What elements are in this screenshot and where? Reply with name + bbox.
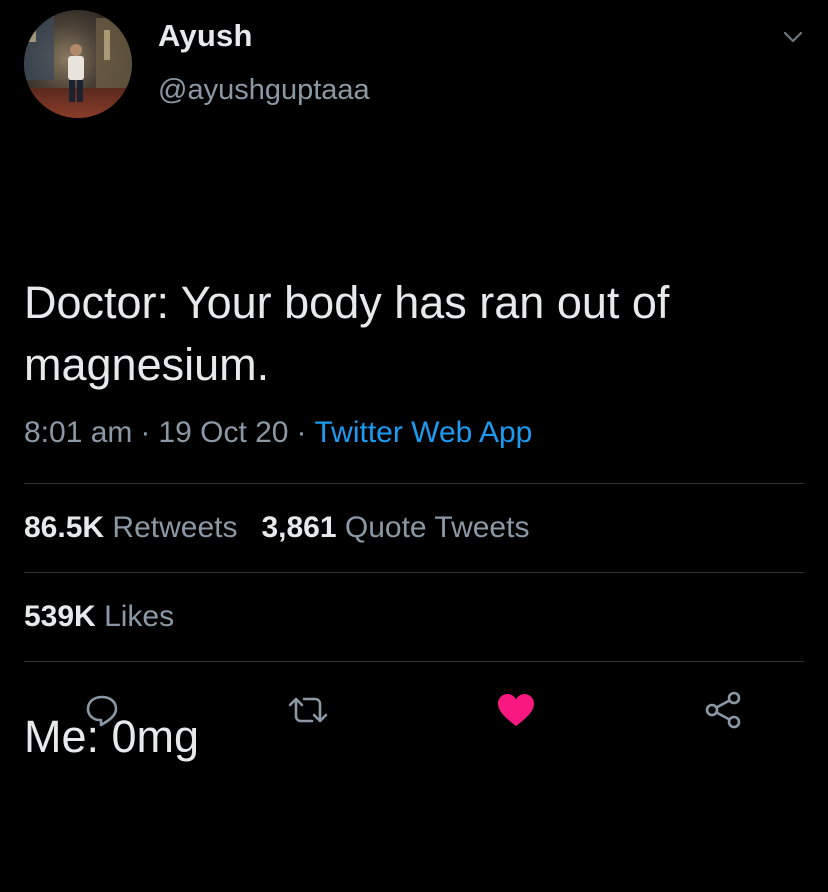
meta-separator: · — [296, 416, 307, 449]
retweets-count: 86.5K — [24, 511, 105, 544]
quote-tweets-label: Quote Tweets — [344, 511, 530, 544]
divider — [24, 572, 804, 573]
divider — [24, 661, 804, 662]
action-bar — [0, 688, 828, 738]
user-handle[interactable]: @ayushguptaaa — [158, 74, 370, 107]
like-button[interactable] — [492, 688, 540, 736]
retweet-button[interactable] — [284, 688, 332, 736]
tweet-source-link[interactable]: Twitter Web App — [314, 416, 532, 449]
likes-stat[interactable]: 539K Likes — [24, 600, 174, 633]
meta-separator: · — [140, 416, 151, 449]
tweet-time[interactable]: 8:01 am — [24, 416, 132, 449]
likes-stats: 539K Likes — [24, 600, 198, 634]
tweet-date[interactable]: 19 Oct 20 — [158, 416, 288, 449]
likes-count: 539K — [24, 600, 96, 633]
share-button[interactable] — [700, 688, 748, 736]
reply-icon — [82, 690, 122, 735]
chevron-down-icon[interactable] — [782, 28, 804, 46]
quote-tweets-count: 3,861 — [261, 511, 337, 544]
share-icon — [702, 690, 746, 735]
retweets-stat[interactable]: 86.5K Retweets — [24, 511, 237, 544]
heart-icon — [494, 690, 538, 735]
tweet-text-line: Doctor: Your body has ran out of magnesi… — [24, 277, 682, 390]
likes-label: Likes — [104, 600, 175, 633]
display-name[interactable]: Ayush — [158, 18, 253, 54]
engagement-stats: 86.5K Retweets 3,861 Quote Tweets — [24, 511, 553, 545]
avatar[interactable] — [24, 10, 132, 118]
retweet-icon — [286, 690, 330, 735]
divider — [24, 483, 804, 484]
retweets-label: Retweets — [112, 511, 238, 544]
reply-button[interactable] — [78, 688, 126, 736]
quote-tweets-stat[interactable]: 3,861 Quote Tweets — [261, 511, 529, 544]
tweet-detail: Ayush @ayushguptaaa Doctor: Your body ha… — [0, 0, 828, 773]
tweet-meta: 8:01 am · 19 Oct 20 · Twitter Web App — [24, 416, 532, 450]
